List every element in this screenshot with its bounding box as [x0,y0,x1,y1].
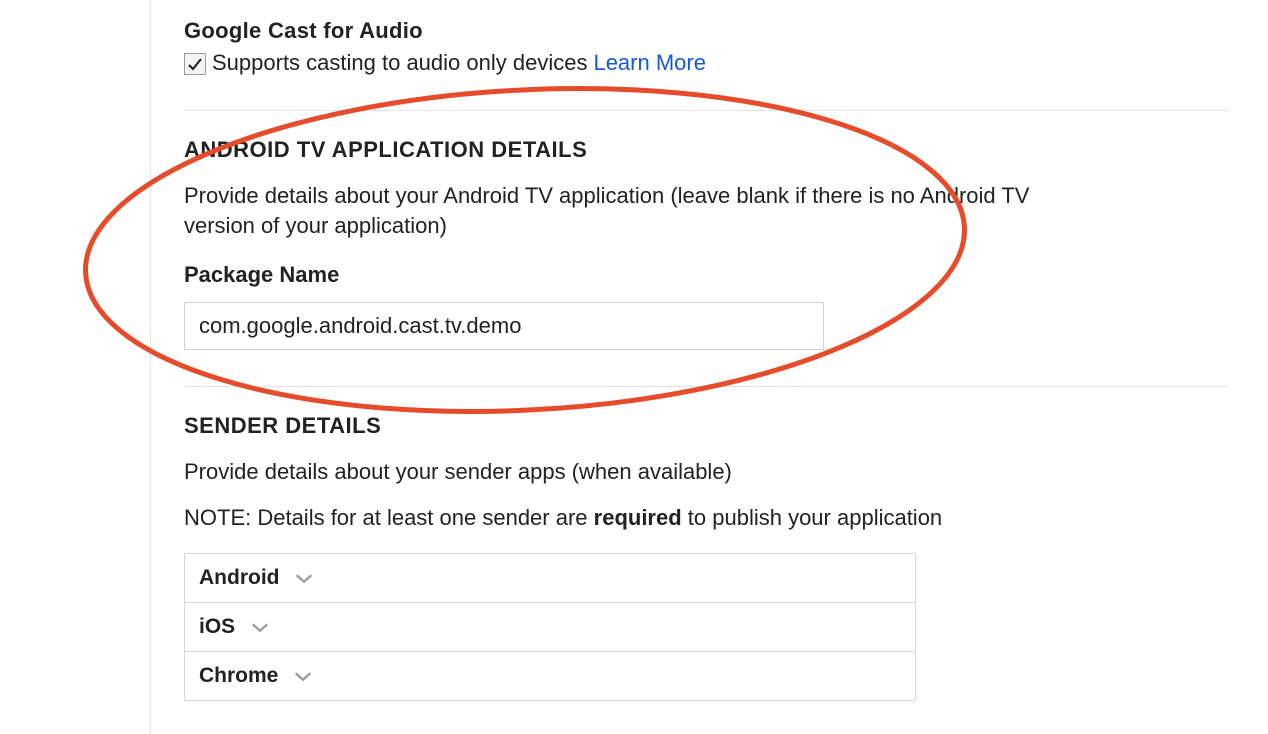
sender-note-prefix: NOTE: Details for at least one sender ar… [184,505,594,530]
android-tv-heading: ANDROID TV APPLICATION DETAILS [184,137,1228,163]
check-icon [187,56,203,72]
sender-platform-label: Chrome [199,664,278,688]
sender-description: Provide details about your sender apps (… [184,457,1054,487]
sender-note: NOTE: Details for at least one sender ar… [184,505,1228,531]
sender-note-bold: required [594,505,682,530]
package-name-label: Package Name [184,262,1228,288]
chevron-down-icon [293,571,315,585]
main-content: Google Cast for Audio Supports casting t… [184,0,1268,734]
sender-platform-label: iOS [199,615,235,639]
section-android-tv: ANDROID TV APPLICATION DETAILS Provide d… [184,111,1228,370]
sender-accordion-chrome[interactable]: Chrome [185,651,915,700]
learn-more-link[interactable]: Learn More [593,50,706,76]
package-name-input[interactable] [184,302,824,350]
supports-audio-label: Supports casting to audio only devices [212,50,587,76]
sender-heading: SENDER DETAILS [184,413,1228,439]
chevron-down-icon [249,620,271,634]
sender-note-suffix: to publish your application [682,505,943,530]
chevron-down-icon [292,669,314,683]
android-tv-description: Provide details about your Android TV ap… [184,181,1054,240]
sender-accordion-android[interactable]: Android [185,554,915,602]
sender-accordion-ios[interactable]: iOS [185,602,915,651]
section-sender-details: SENDER DETAILS Provide details about you… [184,387,1228,721]
sender-accordion: Android iOS Chrome [184,553,916,701]
sender-platform-label: Android [199,566,279,590]
section-cast-audio: Google Cast for Audio Supports casting t… [184,0,1228,110]
supports-audio-checkbox[interactable] [184,53,206,75]
cast-audio-heading: Google Cast for Audio [184,18,1228,44]
sidebar-divider [150,0,151,734]
